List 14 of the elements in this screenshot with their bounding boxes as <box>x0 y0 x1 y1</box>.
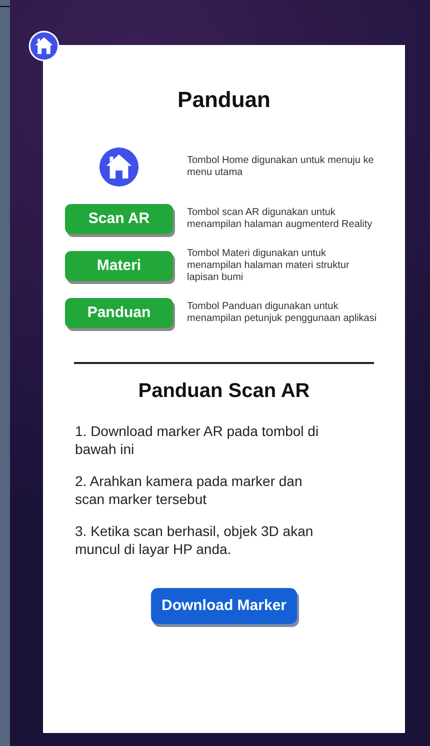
home-button[interactable] <box>28 30 60 62</box>
step-text: 1. Download marker AR pada tombol di bawah ini <box>75 422 320 458</box>
description-text: Tombol Home digunakan untuk menuju ke menu utama <box>187 155 375 179</box>
description-text: Tombol Materi digunakan untuk menampilan halaman materi struktur lapisan bumi <box>187 248 350 284</box>
menu-button[interactable]: Panduan <box>65 298 173 328</box>
menu-button[interactable]: Materi <box>65 251 173 281</box>
step-text: 3. Ketika scan berhasil, objek 3D akan muncul di layar HP anda. <box>75 522 314 558</box>
page-title: Panduan <box>178 86 270 114</box>
step-text: 2. Arahkan kamera pada marker dan scan marker tersebut <box>75 472 304 508</box>
description-text: Tombol scan AR digunakan untuk menampilan halaman augmenterd Reality <box>187 207 374 231</box>
description-text: Tombol Panduan digunakan untuk menampilan petunjuk penggunaan aplikasi <box>187 301 378 325</box>
menu-button[interactable]: Scan AR <box>65 204 173 234</box>
download-button[interactable]: Download Marker <box>151 588 297 624</box>
section-title: Panduan Scan AR <box>138 379 310 404</box>
